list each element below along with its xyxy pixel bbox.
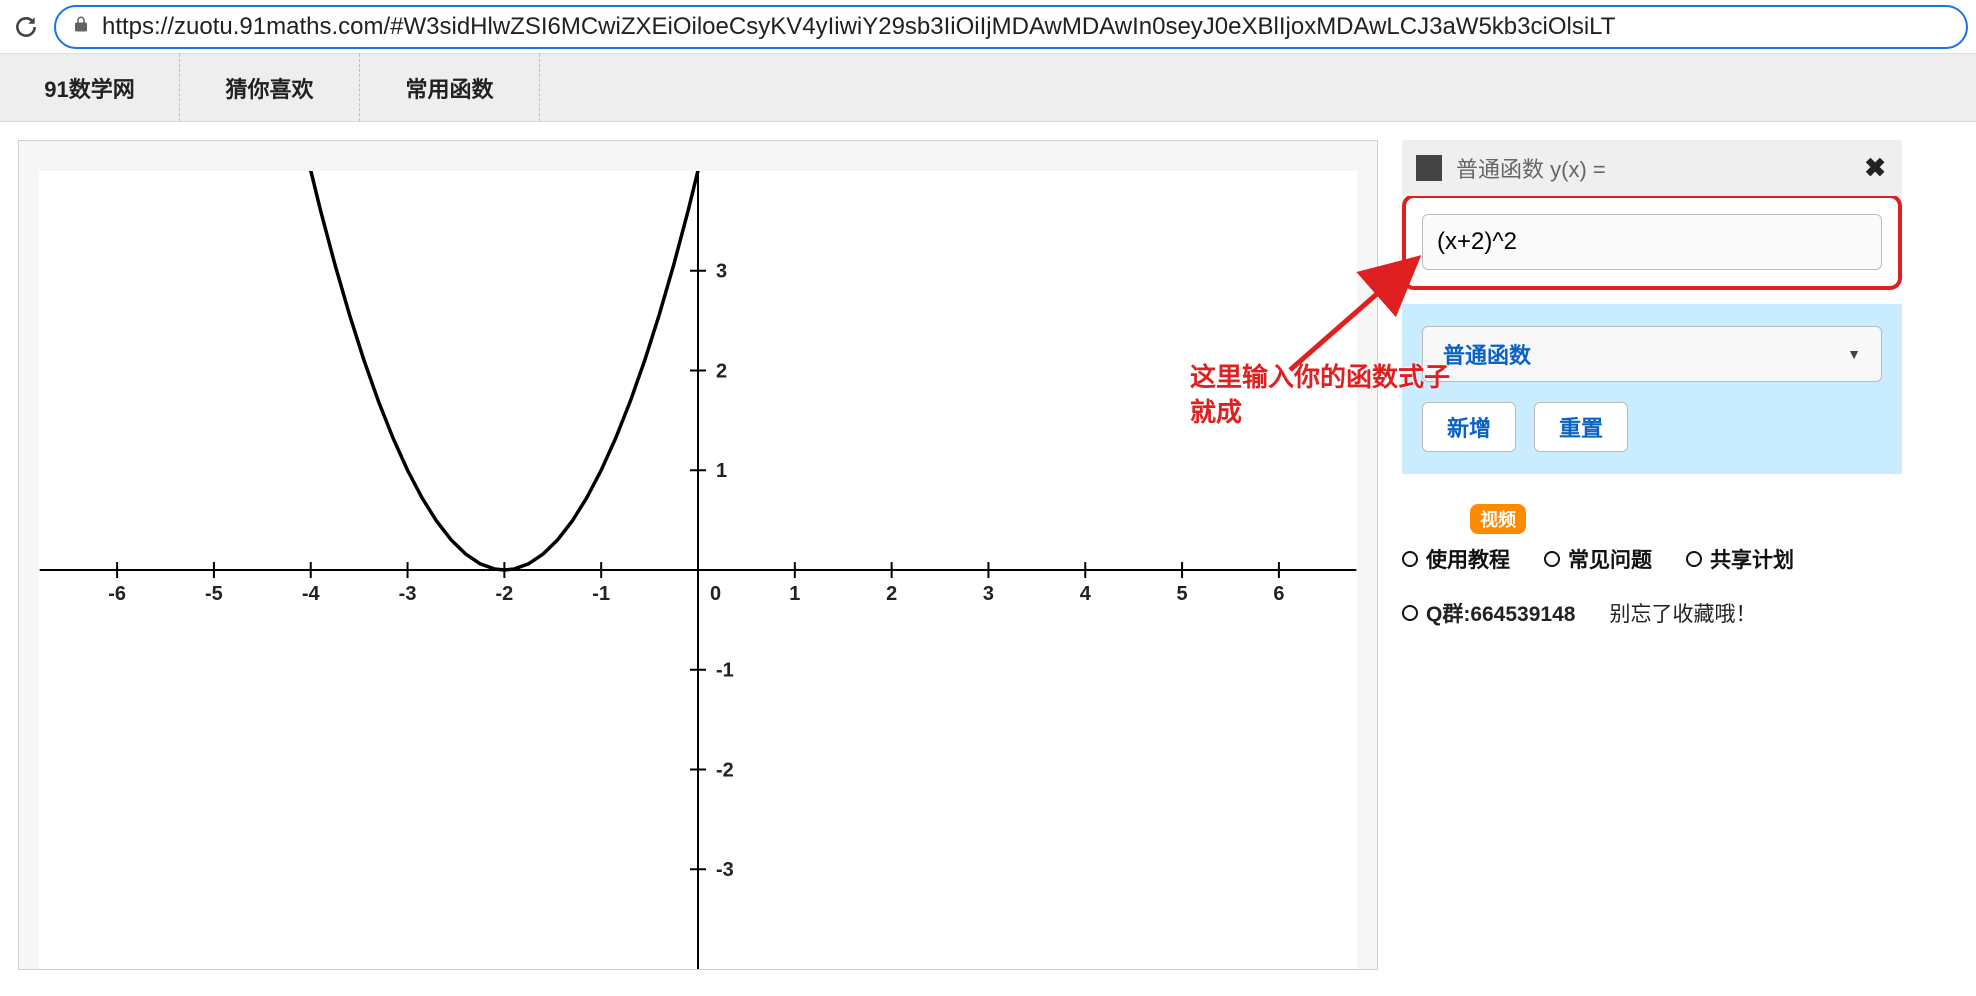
svg-text:-1: -1 [592, 583, 610, 605]
site-nav: 91数学网 猜你喜欢 常用函数 [0, 54, 1976, 122]
dropdown-label: 普通函数 [1443, 338, 1531, 370]
nav-tab-like[interactable]: 猜你喜欢 [180, 54, 360, 121]
add-button-label: 新增 [1447, 411, 1491, 443]
svg-text:2: 2 [886, 583, 897, 605]
function-header: 普通函数 y(x) = ✖ [1402, 140, 1902, 196]
svg-text:0: 0 [710, 583, 721, 605]
function-type-dropdown[interactable]: 普通函数 ▼ [1422, 326, 1882, 382]
sidebar: 普通函数 y(x) = ✖ 普通函数 ▼ 新增 重置 视频 使用教程 常见问题 … [1402, 140, 1902, 970]
link-label: 使用教程 [1426, 544, 1510, 574]
reload-icon [13, 14, 39, 40]
nav-tab-label: 91数学网 [44, 72, 134, 104]
svg-text:3: 3 [983, 583, 994, 605]
svg-text:-2: -2 [496, 583, 514, 605]
reset-button[interactable]: 重置 [1534, 402, 1628, 452]
formula-input-highlight [1402, 194, 1902, 290]
nav-tab-label: 猜你喜欢 [225, 72, 313, 104]
svg-text:1: 1 [716, 460, 727, 482]
bullet-icon [1402, 605, 1418, 621]
link-label: 常见问题 [1568, 544, 1652, 574]
chart-svg: -6 -5 -4 -3 -2 -1 0 1 2 3 4 5 6 -3 -2 -1 1 2 3 [39, 171, 1357, 969]
plot-panel: -6 -5 -4 -3 -2 -1 0 1 2 3 4 5 6 -3 -2 -1 1 2 3 [18, 140, 1378, 970]
svg-text:-5: -5 [205, 583, 223, 605]
link-tutorial[interactable]: 使用教程 [1402, 544, 1510, 574]
reset-button-label: 重置 [1559, 411, 1603, 443]
nav-tab-functions[interactable]: 常用函数 [360, 54, 540, 121]
link-share[interactable]: 共享计划 [1686, 544, 1794, 574]
nav-tab-label: 常用函数 [405, 72, 493, 104]
svg-text:1: 1 [789, 583, 800, 605]
chevron-down-icon: ▼ [1847, 346, 1861, 362]
svg-text:-3: -3 [716, 859, 734, 881]
close-icon[interactable]: ✖ [1864, 153, 1886, 184]
plot-canvas[interactable]: -6 -5 -4 -3 -2 -1 0 1 2 3 4 5 6 -3 -2 -1 1 2 3 [39, 171, 1357, 969]
svg-text:4: 4 [1080, 583, 1091, 605]
svg-text:3: 3 [716, 261, 727, 283]
bullet-icon [1544, 551, 1560, 567]
svg-text:6: 6 [1273, 583, 1284, 605]
footer-line: Q群:664539148 别忘了收藏哦！ [1402, 598, 1902, 628]
url-text: https://zuotu.91maths.com/#W3sidHlwZSI6M… [102, 13, 1950, 41]
reload-button[interactable] [8, 9, 44, 45]
svg-text:-2: -2 [716, 759, 734, 781]
formula-input[interactable] [1422, 214, 1882, 270]
help-links: 使用教程 常见问题 共享计划 [1402, 544, 1902, 574]
qq-label: Q群:664539148 [1426, 598, 1575, 628]
svg-text:5: 5 [1177, 583, 1188, 605]
svg-text:-1: -1 [716, 660, 734, 682]
svg-text:2: 2 [716, 360, 727, 382]
svg-text:-6: -6 [108, 583, 126, 605]
function-header-label: 普通函数 y(x) = [1456, 152, 1606, 184]
link-faq[interactable]: 常见问题 [1544, 544, 1652, 574]
bullet-icon [1402, 551, 1418, 567]
add-button[interactable]: 新增 [1422, 402, 1516, 452]
url-bar[interactable]: https://zuotu.91maths.com/#W3sidHlwZSI6M… [54, 5, 1968, 49]
controls-panel: 普通函数 ▼ 新增 重置 [1402, 304, 1902, 474]
function-color-swatch-icon [1416, 155, 1442, 181]
button-row: 新增 重置 [1422, 402, 1882, 452]
reminder-text: 别忘了收藏哦！ [1609, 598, 1756, 628]
link-qq-group[interactable]: Q群:664539148 [1402, 598, 1575, 628]
lock-icon [72, 15, 90, 39]
svg-text:-3: -3 [399, 583, 417, 605]
bullet-icon [1686, 551, 1702, 567]
svg-text:-4: -4 [302, 583, 320, 605]
nav-tab-home[interactable]: 91数学网 [0, 54, 180, 121]
link-label: 共享计划 [1710, 544, 1794, 574]
browser-bar: https://zuotu.91maths.com/#W3sidHlwZSI6M… [0, 0, 1976, 54]
video-badge: 视频 [1470, 504, 1526, 534]
main-area: -6 -5 -4 -3 -2 -1 0 1 2 3 4 5 6 -3 -2 -1 1 2 3 普通函数 y(x) =… [0, 122, 1976, 988]
